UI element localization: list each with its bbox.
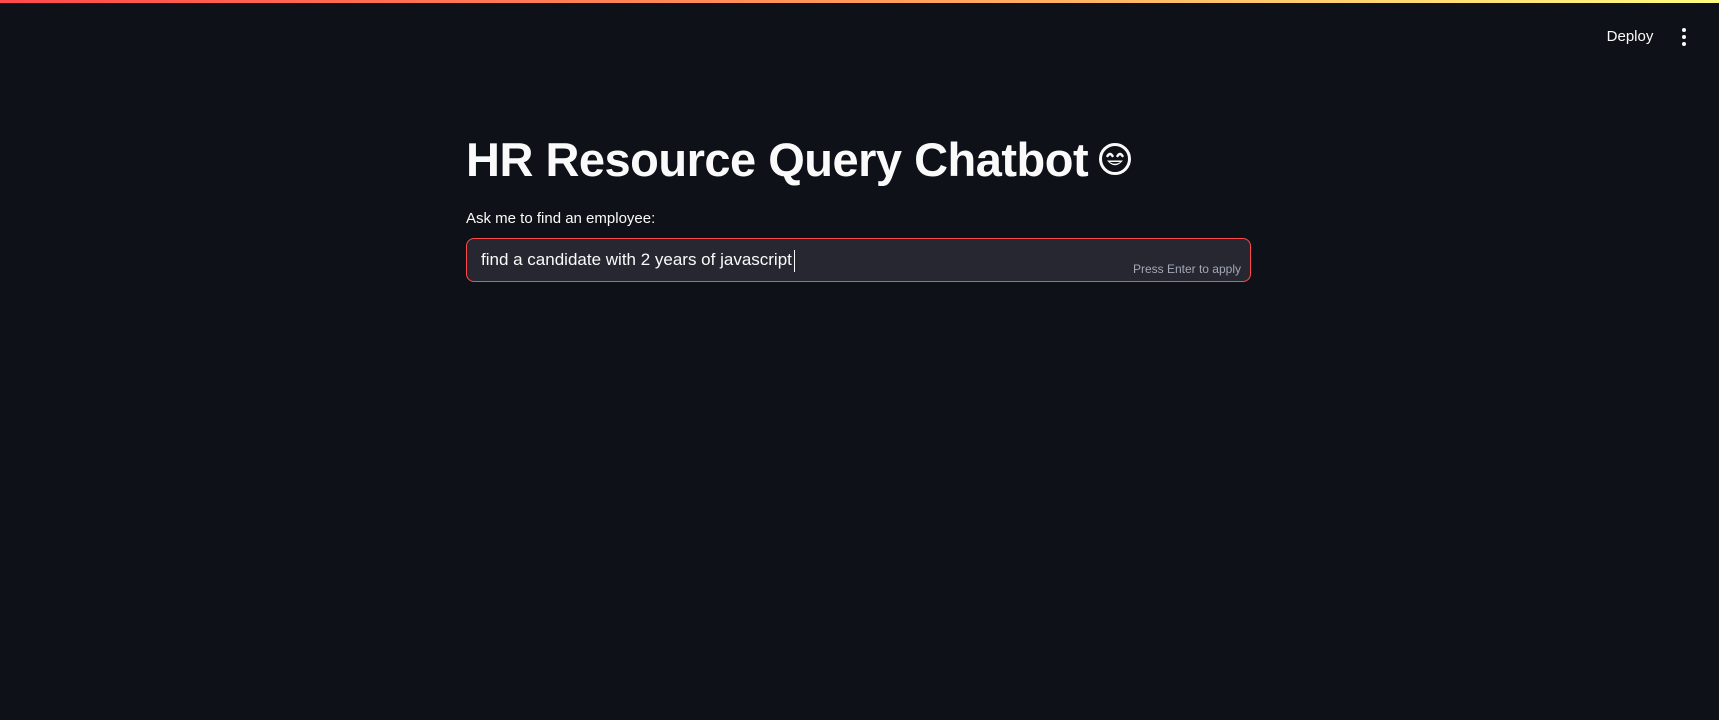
smiling-face-emoji-icon (1099, 143, 1132, 175)
title-row: HR Resource Query Chatbot (466, 128, 1132, 190)
vertical-ellipsis-icon-dot (1682, 42, 1686, 46)
app-header: Deploy (0, 3, 1719, 65)
employee-query-label: Ask me to find an employee: (466, 210, 656, 227)
employee-query-text: find a candidate with 2 years of javascr… (481, 250, 792, 269)
deploy-button[interactable]: Deploy (1600, 24, 1660, 50)
vertical-ellipsis-icon-dot (1682, 35, 1686, 39)
employee-query-input[interactable]: find a candidate with 2 years of javascr… (466, 238, 1251, 282)
input-hint: Press Enter to apply (1132, 262, 1241, 276)
text-caret (793, 249, 795, 272)
main-menu-button[interactable] (1672, 24, 1696, 50)
page-title: HR Resource Query Chatbot (466, 132, 1089, 186)
vertical-ellipsis-icon (1682, 28, 1686, 32)
employee-query-value[interactable]: find a candidate with 2 years of javascr… (481, 239, 795, 281)
